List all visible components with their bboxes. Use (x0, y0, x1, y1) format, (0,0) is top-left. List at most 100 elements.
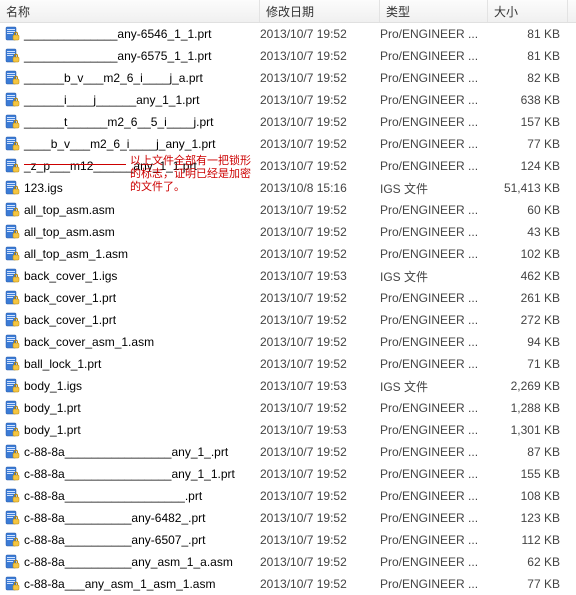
locked-file-icon (4, 510, 20, 526)
file-name: _z_p___m12______any_1_1.prt (24, 159, 197, 173)
file-name: c-88-8a___any_asm_1_asm_1.asm (24, 577, 215, 591)
file-name-cell: c-88-8a__________any_asm_1_a.asm (0, 554, 260, 570)
file-name: ball_lock_1.prt (24, 357, 101, 371)
file-date: 2013/10/7 19:53 (260, 423, 380, 437)
header-type[interactable]: 类型 (380, 0, 488, 22)
file-size: 1,301 KB (488, 423, 568, 437)
file-date: 2013/10/7 19:52 (260, 115, 380, 129)
locked-file-icon (4, 532, 20, 548)
locked-file-icon (4, 466, 20, 482)
table-row[interactable]: c-88-8a___any_asm_1_asm_1.asm 2013/10/7 1… (0, 573, 576, 595)
file-size: 60 KB (488, 203, 568, 217)
table-row[interactable]: c-88-8a________________any_1_.prt2013/10… (0, 441, 576, 463)
table-row[interactable]: c-88-8a________________any_1_1.prt2013/1… (0, 463, 576, 485)
file-type: Pro/ENGINEER ... (380, 511, 488, 525)
file-size: 43 KB (488, 225, 568, 239)
file-size: 77 KB (488, 137, 568, 151)
file-type: Pro/ENGINEER ... (380, 445, 488, 459)
file-name: back_cover_1.prt (24, 313, 116, 327)
file-type: Pro/ENGINEER ... (380, 489, 488, 503)
table-row[interactable]: ______t______m2_6__5_i____j.prt 2013/10/7… (0, 111, 576, 133)
file-explorer-view: 名称 修改日期 类型 大小 ______________any-6546_1_1… (0, 0, 576, 595)
file-size: 87 KB (488, 445, 568, 459)
file-name: body_1.prt (24, 423, 81, 437)
header-size[interactable]: 大小 (488, 0, 568, 22)
file-name: back_cover_asm_1.asm (24, 335, 154, 349)
locked-file-icon (4, 224, 20, 240)
table-row[interactable]: ______i____j______any_1_1.prt2013/10/7 1… (0, 89, 576, 111)
file-name-cell: back_cover_1.prt (0, 290, 260, 306)
table-row[interactable]: back_cover_1.igs2013/10/7 19:53IGS 文件462… (0, 265, 576, 287)
file-date: 2013/10/7 19:52 (260, 159, 380, 173)
file-name-cell: body_1.prt (0, 400, 260, 416)
file-name-cell: all_top_asm.asm (0, 224, 260, 240)
table-row[interactable]: all_top_asm_1.asm2013/10/7 19:52Pro/ENGI… (0, 243, 576, 265)
file-date: 2013/10/7 19:52 (260, 401, 380, 415)
file-date: 2013/10/7 19:52 (260, 313, 380, 327)
file-name: c-88-8a__________any_asm_1_a.asm (24, 555, 233, 569)
table-row[interactable]: c-88-8a__________any-6507_.prt2013/10/7 … (0, 529, 576, 551)
file-name: body_1.igs (24, 379, 82, 393)
file-size: 462 KB (488, 269, 568, 283)
table-row[interactable]: ball_lock_1.prt2013/10/7 19:52Pro/ENGINE… (0, 353, 576, 375)
locked-file-icon (4, 378, 20, 394)
file-type: Pro/ENGINEER ... (380, 313, 488, 327)
table-row[interactable]: c-88-8a__________any-6482_.prt2013/10/7 … (0, 507, 576, 529)
file-name-cell: body_1.igs (0, 378, 260, 394)
locked-file-icon (4, 312, 20, 328)
file-date: 2013/10/7 19:52 (260, 511, 380, 525)
locked-file-icon (4, 158, 20, 174)
file-name-cell: ____b_v___m2_6_i____j_any_1.prt (0, 136, 260, 152)
file-name-cell: c-88-8a________________any_1_.prt (0, 444, 260, 460)
table-row[interactable]: body_1.prt 2013/10/7 19:53Pro/ENGINEER ..… (0, 419, 576, 441)
table-row[interactable]: 123.igs2013/10/8 15:16IGS 文件51,413 KB (0, 177, 576, 199)
file-date: 2013/10/7 19:52 (260, 445, 380, 459)
file-name-cell: c-88-8a___any_asm_1_asm_1.asm (0, 576, 260, 592)
file-type: Pro/ENGINEER ... (380, 49, 488, 63)
file-type: IGS 文件 (380, 268, 488, 285)
table-row[interactable]: c-88-8a__________________.prt2013/10/7 1… (0, 485, 576, 507)
file-name: c-88-8a__________any-6507_.prt (24, 533, 205, 547)
locked-file-icon (4, 246, 20, 262)
locked-file-icon (4, 488, 20, 504)
file-list: ______________any-6546_1_1.prt 2013/10/7 … (0, 23, 576, 595)
file-name-cell: ______________any-6546_1_1.prt (0, 26, 260, 42)
table-row[interactable]: back_cover_asm_1.asm2013/10/7 19:52Pro/E… (0, 331, 576, 353)
locked-file-icon (4, 576, 20, 592)
file-size: 124 KB (488, 159, 568, 173)
file-type: Pro/ENGINEER ... (380, 159, 488, 173)
file-type: Pro/ENGINEER ... (380, 467, 488, 481)
header-date[interactable]: 修改日期 (260, 0, 380, 22)
file-size: 82 KB (488, 71, 568, 85)
locked-file-icon (4, 400, 20, 416)
table-row[interactable]: ______b_v___m2_6_i____j_a.prt2013/10/7 1… (0, 67, 576, 89)
file-name-cell: back_cover_1.igs (0, 268, 260, 284)
locked-file-icon (4, 554, 20, 570)
file-name: ______________any-6546_1_1.prt (24, 27, 212, 41)
file-name: ______t______m2_6__5_i____j.prt (24, 115, 214, 129)
table-row[interactable]: c-88-8a__________any_asm_1_a.asm2013/10/… (0, 551, 576, 573)
file-name-cell: back_cover_1.prt (0, 312, 260, 328)
file-size: 112 KB (488, 533, 568, 547)
file-date: 2013/10/7 19:52 (260, 357, 380, 371)
header-name[interactable]: 名称 (0, 0, 260, 22)
file-type: Pro/ENGINEER ... (380, 423, 488, 437)
locked-file-icon (4, 422, 20, 438)
table-row[interactable]: ____b_v___m2_6_i____j_any_1.prt2013/10/7… (0, 133, 576, 155)
table-row[interactable]: all_top_asm.asm2013/10/7 19:52Pro/ENGINE… (0, 199, 576, 221)
file-name-cell: body_1.prt (0, 422, 260, 438)
file-size: 62 KB (488, 555, 568, 569)
file-type: Pro/ENGINEER ... (380, 225, 488, 239)
table-row[interactable]: back_cover_1.prt2013/10/7 19:52Pro/ENGIN… (0, 287, 576, 309)
locked-file-icon (4, 334, 20, 350)
file-size: 51,413 KB (488, 181, 568, 195)
file-date: 2013/10/7 19:53 (260, 379, 380, 393)
table-row[interactable]: ______________any-6546_1_1.prt2013/10/7 … (0, 23, 576, 45)
table-row[interactable]: body_1.prt2013/10/7 19:52Pro/ENGINEER ..… (0, 397, 576, 419)
table-row[interactable]: _z_p___m12______any_1_1.prt 2013/10/7 19:… (0, 155, 576, 177)
table-row[interactable]: back_cover_1.prt 2013/10/7 19:52Pro/ENGIN… (0, 309, 576, 331)
table-row[interactable]: ______________any-6575_1_1.prt2013/10/7 … (0, 45, 576, 67)
table-row[interactable]: all_top_asm.asm2013/10/7 19:52Pro/ENGINE… (0, 221, 576, 243)
table-row[interactable]: body_1.igs2013/10/7 19:53IGS 文件2,269 KB (0, 375, 576, 397)
file-date: 2013/10/7 19:52 (260, 577, 380, 591)
